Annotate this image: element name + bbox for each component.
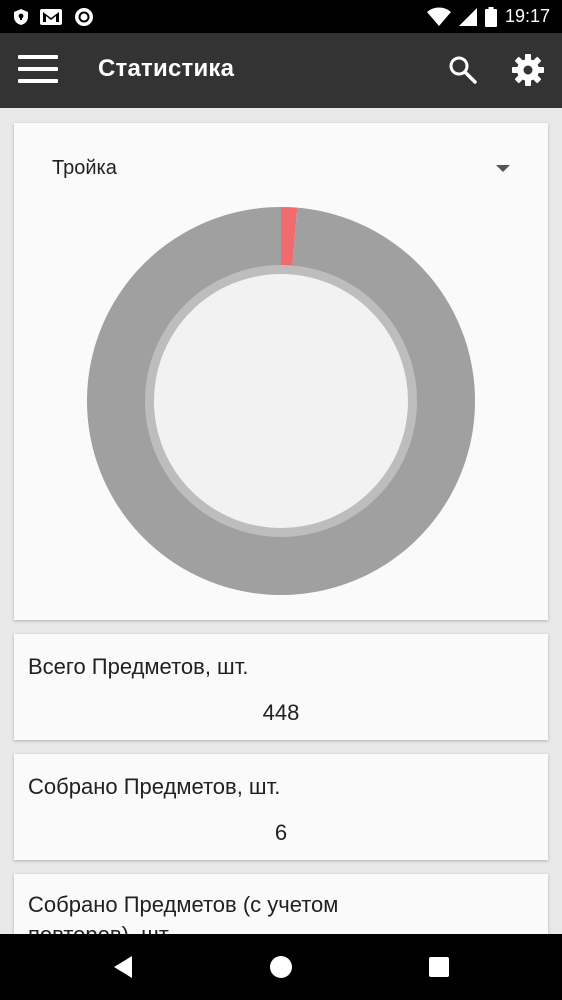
status-bar: 19:17 xyxy=(0,0,562,33)
stat-card-collected-items: Собрано Предметов, шт. 6 xyxy=(14,754,548,860)
chart-card: Тройка xyxy=(14,123,548,620)
app-bar: Статистика xyxy=(0,33,562,108)
stat-value: 448 xyxy=(262,700,300,725)
donut-chart xyxy=(87,207,475,595)
navigation-bar xyxy=(0,934,562,1000)
donut-center xyxy=(154,274,408,528)
shield-notification-icon xyxy=(14,9,28,25)
wifi-icon xyxy=(426,7,451,26)
record-icon xyxy=(75,8,93,26)
dropdown-arrow-icon xyxy=(496,165,510,172)
dropdown-selected-value: Тройка xyxy=(52,157,117,179)
recents-icon[interactable] xyxy=(424,952,454,982)
stat-value: 6 xyxy=(274,820,288,845)
gmail-icon xyxy=(40,9,62,25)
search-icon[interactable] xyxy=(448,55,478,85)
clock: 19:17 xyxy=(504,6,550,26)
settings-gear-icon[interactable] xyxy=(511,53,545,87)
notification-icons xyxy=(14,7,94,27)
stat-card-total-items: Всего Предметов, шт. 448 xyxy=(14,634,548,740)
page-title: Статистика xyxy=(98,55,235,82)
stat-label: Собрано Предметов, шт. xyxy=(28,774,281,799)
stat-label: Всего Предметов, шт. xyxy=(28,654,249,679)
menu-icon[interactable] xyxy=(18,55,58,85)
category-dropdown[interactable]: Тройка xyxy=(52,153,522,183)
back-icon[interactable] xyxy=(108,952,138,982)
cellular-signal-icon xyxy=(458,7,477,26)
home-icon[interactable] xyxy=(266,952,296,982)
battery-icon xyxy=(484,6,497,27)
system-status: 19:17 xyxy=(426,6,550,27)
